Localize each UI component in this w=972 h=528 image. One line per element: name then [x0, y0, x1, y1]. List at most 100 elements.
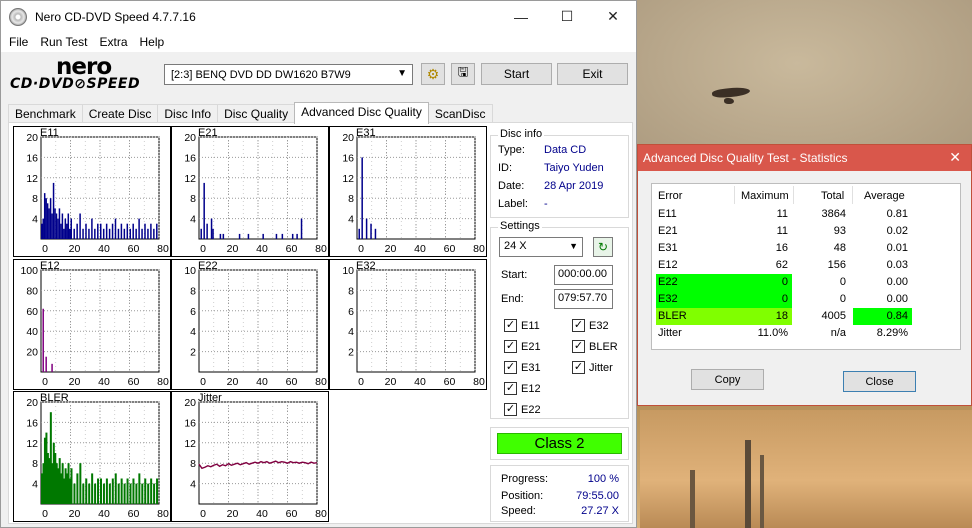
stats-cell-error: BLER: [658, 310, 687, 322]
y-tick-label: 40: [26, 326, 38, 338]
tab-disc-quality[interactable]: Disc Quality: [217, 104, 296, 124]
progress-value: 100 %: [587, 473, 619, 485]
speed-select[interactable]: 24 X ▼: [499, 237, 583, 257]
x-tick-label: 60: [286, 376, 298, 388]
e21-bar: [262, 233, 264, 239]
e11-bar: [108, 228, 111, 239]
y-tick-label: 16: [184, 417, 196, 429]
y-tick-label: 80: [26, 285, 38, 297]
e11-bar: [43, 193, 46, 239]
y-tick-label: 20: [342, 132, 354, 144]
close-button[interactable]: ✕: [590, 1, 636, 32]
maximize-button[interactable]: ☐: [544, 1, 590, 32]
bler-bar: [100, 478, 102, 504]
y-tick-label: 20: [26, 397, 38, 409]
tab-scandisc[interactable]: ScanDisc: [427, 104, 493, 124]
e21-bar: [281, 233, 284, 239]
e11-bar: [150, 223, 152, 239]
drive-select[interactable]: [2:3] BENQ DVD DD DW1620 B7W9 ▼: [164, 64, 413, 85]
x-tick-label: 80: [315, 243, 327, 255]
start-button[interactable]: Start: [481, 63, 552, 85]
stats-row-jitter: Jitter 11.0% n/a 8.29%: [652, 325, 960, 342]
x-tick-label: 60: [128, 243, 140, 255]
menu-run-test[interactable]: Run Test: [34, 35, 93, 49]
e11-bar: [48, 208, 50, 239]
stats-cell-maximum: 62: [775, 259, 788, 271]
e12-chart: 100 80 60 40 20 0 20 40 60 80 E12: [13, 259, 171, 390]
e11-bar: [141, 228, 143, 239]
end-field[interactable]: 079:57.70: [554, 289, 613, 309]
bler-bar: [138, 473, 141, 504]
stats-row-bler: BLER 18 4005 0.84: [652, 308, 960, 325]
background-bird: [711, 86, 751, 99]
refresh-button[interactable]: ↻: [593, 237, 613, 257]
y-tick-label: 16: [26, 417, 38, 429]
e32-checkbox[interactable]: ✓: [572, 319, 585, 332]
menu-file[interactable]: File: [3, 35, 34, 49]
close-icon[interactable]: ✕: [949, 149, 961, 166]
disc-info-heading: Disc info: [498, 128, 545, 140]
x-tick-label: 20: [69, 508, 81, 520]
menu-help[interactable]: Help: [134, 35, 171, 49]
e12-checkbox[interactable]: ✓: [504, 382, 517, 395]
bler-bar: [126, 478, 129, 504]
menu-extra[interactable]: Extra: [93, 35, 133, 49]
y-tick-label: 10: [342, 265, 354, 277]
bler-bar: [94, 483, 97, 504]
e11-bar: [49, 198, 52, 239]
speed-value: 27.27 X: [581, 505, 619, 517]
e31-chart-title: E31: [356, 127, 376, 139]
e22-checkbox-label: E22: [521, 404, 541, 416]
chevron-down-icon: ▼: [569, 241, 578, 251]
x-tick-label: 0: [42, 376, 48, 388]
e11-bar: [126, 223, 129, 239]
e11-bar: [105, 223, 108, 239]
e21-bar: [291, 233, 294, 239]
header-total: Total: [821, 190, 845, 202]
label-value: -: [544, 198, 548, 210]
bler-bar: [105, 478, 108, 504]
e22-checkbox[interactable]: ✓: [504, 403, 517, 416]
bler-bar: [156, 478, 159, 504]
floppy-disk-icon: 🖫: [457, 64, 469, 79]
tab-benchmark[interactable]: Benchmark: [8, 104, 83, 124]
e12-chart-title: E12: [40, 260, 60, 272]
e31-checkbox[interactable]: ✓: [504, 361, 517, 374]
bler-bar: [117, 483, 120, 504]
save-button[interactable]: 🖫: [451, 63, 475, 85]
y-tick-label: 4: [190, 214, 196, 226]
stats-cell-total: 93: [833, 225, 846, 237]
speed-label: Speed:: [501, 505, 536, 517]
tab-disc-info[interactable]: Disc Info: [157, 104, 219, 124]
e11-bar: [66, 223, 68, 239]
e11-bar: [88, 228, 90, 239]
bler-bar: [144, 478, 147, 504]
y-tick-label: 2: [190, 347, 196, 359]
y-tick-label: 20: [26, 132, 38, 144]
header-divider: [793, 186, 794, 204]
copy-button[interactable]: Copy: [691, 369, 764, 390]
x-tick-label: 60: [444, 376, 456, 388]
bler-checkbox[interactable]: ✓: [572, 340, 585, 353]
drive-config-button[interactable]: ⚙: [421, 63, 445, 85]
stats-cell-average: 0.02: [886, 225, 908, 237]
tab-create-disc[interactable]: Create Disc: [81, 104, 159, 124]
background-bird-tail: [724, 98, 734, 104]
e11-checkbox-label: E11: [521, 320, 540, 332]
tab-advanced-disc-quality[interactable]: Advanced Disc Quality: [294, 102, 429, 124]
y-tick-label: 12: [26, 438, 38, 450]
minimize-button[interactable]: —: [498, 1, 544, 32]
exit-button[interactable]: Exit: [557, 63, 628, 85]
e21-checkbox[interactable]: ✓: [504, 340, 517, 353]
e21-bar: [210, 218, 213, 239]
jitter-checkbox[interactable]: ✓: [572, 361, 585, 374]
x-tick-label: 80: [473, 376, 485, 388]
x-tick-label: 20: [227, 243, 239, 255]
start-field[interactable]: 000:00.00: [554, 265, 613, 285]
header-divider: [852, 186, 853, 204]
stats-close-button[interactable]: Close: [843, 371, 916, 392]
e11-checkbox[interactable]: ✓: [504, 319, 517, 332]
id-label: ID:: [498, 162, 513, 174]
y-tick-label: 8: [190, 285, 196, 297]
e11-bar: [102, 228, 105, 239]
